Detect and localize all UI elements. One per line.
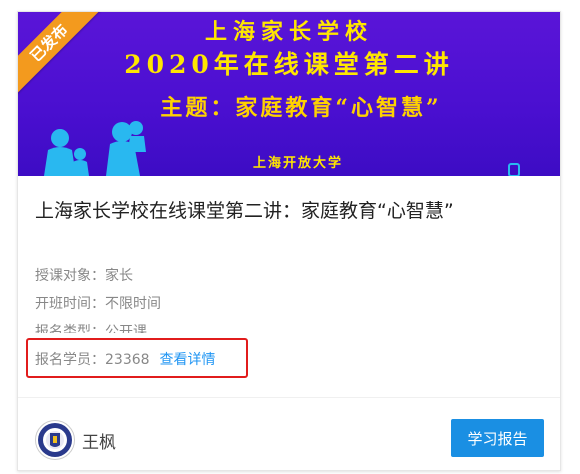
banner-org: 上海开放大学 bbox=[252, 156, 343, 171]
avatar[interactable] bbox=[35, 420, 75, 460]
audience-text: 授课对象：家长 bbox=[35, 268, 133, 284]
enrolled-label: 报名学员： bbox=[35, 352, 105, 368]
teacher-name: 王枫 bbox=[82, 433, 116, 453]
enrolled-row: 报名学员：23368 查看详情 bbox=[35, 349, 216, 369]
course-card[interactable]: 上海家长学校 2020年在线课堂第二讲 主题：家庭教育“心智慧” 上海开放大学 … bbox=[17, 11, 561, 471]
course-title[interactable]: 上海家长学校在线课堂第二讲：家庭教育“心智慧” bbox=[35, 196, 454, 223]
view-details-link[interactable]: 查看详情 bbox=[160, 352, 216, 368]
enrolled-count: 23368 bbox=[105, 352, 150, 368]
school-emblem-icon bbox=[38, 423, 72, 457]
study-report-button[interactable]: 学习报告 bbox=[451, 419, 544, 457]
banner-theme: 主题：家庭教育“心智慧” bbox=[160, 95, 442, 121]
banner-subtitle: 2020年在线课堂第二讲 bbox=[124, 50, 454, 79]
enroll-type-text: 报名类型：公开课 bbox=[35, 324, 147, 333]
divider bbox=[18, 397, 560, 398]
banner-title: 上海家长学校 bbox=[204, 19, 373, 45]
course-banner[interactable]: 上海家长学校 2020年在线课堂第二讲 主题：家庭教育“心智慧” 上海开放大学 … bbox=[18, 12, 560, 176]
schedule-text: 开班时间：不限时间 bbox=[35, 296, 161, 312]
